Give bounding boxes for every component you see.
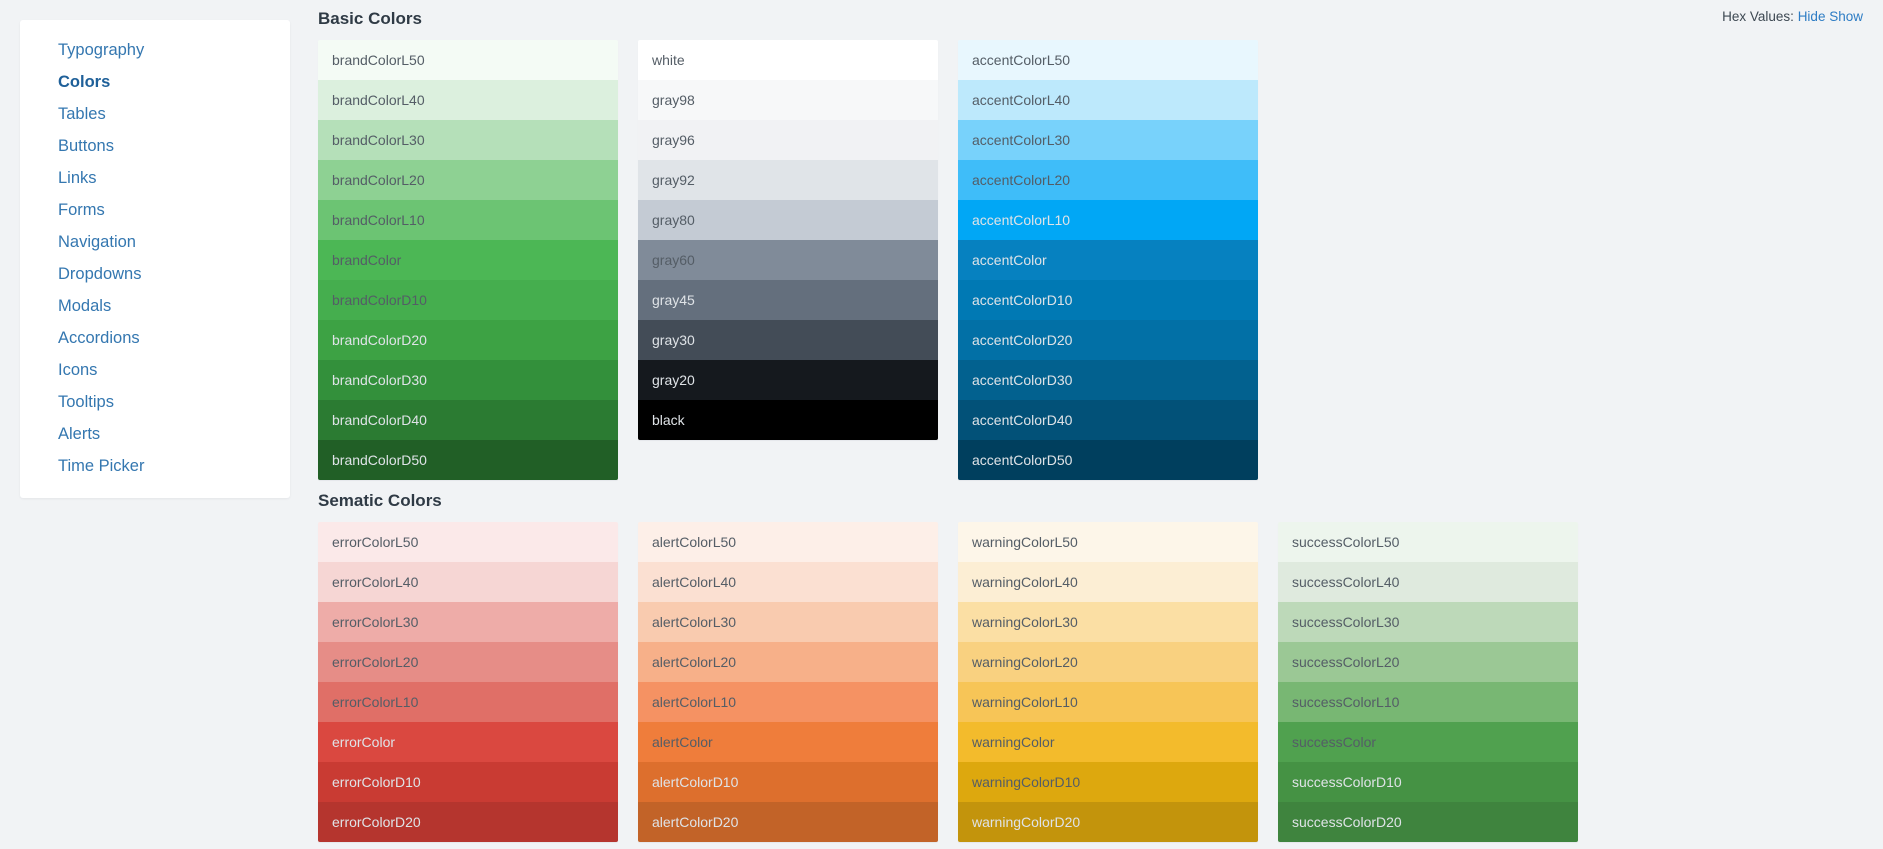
color-swatch[interactable]: gray45 (638, 280, 938, 320)
color-swatch[interactable]: accentColorD10 (958, 280, 1258, 320)
color-swatch[interactable]: brandColorL30 (318, 120, 618, 160)
color-swatch[interactable]: successColorL20 (1278, 642, 1578, 682)
sidebar-item-tooltips[interactable]: Tooltips (20, 386, 290, 418)
color-swatch[interactable]: accentColorL50 (958, 40, 1258, 80)
color-swatch[interactable]: errorColorL10 (318, 682, 618, 722)
color-swatch[interactable]: accentColorD50 (958, 440, 1258, 480)
color-swatch[interactable]: brandColorL40 (318, 80, 618, 120)
color-swatch[interactable]: alertColorL30 (638, 602, 938, 642)
color-swatch[interactable]: brandColorL10 (318, 200, 618, 240)
main-content: Hex Values: Hide Show Basic Colors brandC… (318, 0, 1883, 849)
color-swatch[interactable]: black (638, 400, 938, 440)
color-swatch[interactable]: errorColor (318, 722, 618, 762)
color-swatch[interactable]: errorColorL30 (318, 602, 618, 642)
color-swatch[interactable]: brandColorD40 (318, 400, 618, 440)
palette-row: errorColorL50 errorColorL40 errorColorL30 e… (318, 522, 1883, 842)
color-swatch[interactable]: gray20 (638, 360, 938, 400)
palette-row: brandColorL50 brandColorL40 brandColorL30 b… (318, 40, 1883, 480)
hex-values-label: Hex Values: (1722, 9, 1794, 24)
color-swatch[interactable]: brandColorD50 (318, 440, 618, 480)
color-swatch[interactable]: warningColor (958, 722, 1258, 762)
sidebar-item-alerts[interactable]: Alerts (20, 418, 290, 450)
color-swatch[interactable]: alertColorL20 (638, 642, 938, 682)
hex-values-toggle: Hex Values: Hide Show (1722, 8, 1863, 26)
sidebar-item-colors[interactable]: Colors (20, 66, 290, 98)
color-swatch[interactable]: errorColorD10 (318, 762, 618, 802)
color-section: Basic Colors brandColorL50 brandColorL40 br… (318, 0, 1883, 480)
color-swatch[interactable]: accentColorL30 (958, 120, 1258, 160)
sidebar-item-forms[interactable]: Forms (20, 194, 290, 226)
color-swatch[interactable]: alertColorL10 (638, 682, 938, 722)
color-swatch[interactable]: brandColorD30 (318, 360, 618, 400)
palette-column-alert: alertColorL50 alertColorL40 alertColorL30 a… (638, 522, 938, 842)
sidebar-item-buttons[interactable]: Buttons (20, 130, 290, 162)
color-swatch[interactable]: alertColorD10 (638, 762, 938, 802)
color-swatch[interactable]: gray92 (638, 160, 938, 200)
color-swatch[interactable]: warningColorL40 (958, 562, 1258, 602)
sidebar-item-time-picker[interactable]: Time Picker (20, 450, 290, 482)
color-swatch[interactable]: brandColor (318, 240, 618, 280)
sidebar-item-accordions[interactable]: Accordions (20, 322, 290, 354)
color-swatch[interactable]: white (638, 40, 938, 80)
color-swatch[interactable]: alertColorD20 (638, 802, 938, 842)
hex-show-link[interactable]: Show (1829, 9, 1863, 24)
sidebar-item-tables[interactable]: Tables (20, 98, 290, 130)
sidebar-item-modals[interactable]: Modals (20, 290, 290, 322)
color-swatch[interactable]: accentColor (958, 240, 1258, 280)
color-swatch[interactable]: warningColorD10 (958, 762, 1258, 802)
color-swatch[interactable]: warningColorL30 (958, 602, 1258, 642)
color-swatch[interactable]: errorColorD20 (318, 802, 618, 842)
color-swatch[interactable]: accentColorL10 (958, 200, 1258, 240)
palette-column-gray: white gray98 gray96 gray92 gray80 gray60 gray4… (638, 40, 938, 440)
color-swatch[interactable]: accentColorD20 (958, 320, 1258, 360)
color-swatch[interactable]: alertColorL50 (638, 522, 938, 562)
color-swatch[interactable]: brandColorD10 (318, 280, 618, 320)
color-swatch[interactable]: accentColorD40 (958, 400, 1258, 440)
section-title: Basic Colors (318, 9, 422, 28)
palette-column-warning: warningColorL50 warningColorL40 warningCol… (958, 522, 1258, 842)
hex-hide-link[interactable]: Hide (1798, 9, 1826, 24)
sidebar-nav: Typography Colors Tables Buttons Links Forms N… (20, 20, 290, 498)
color-section: Sematic Colors errorColorL50 errorColorL40… (318, 482, 1883, 842)
color-swatch[interactable]: successColor (1278, 722, 1578, 762)
color-swatch[interactable]: gray80 (638, 200, 938, 240)
color-swatch[interactable]: successColorL40 (1278, 562, 1578, 602)
color-swatch[interactable]: gray98 (638, 80, 938, 120)
color-swatch[interactable]: warningColorL20 (958, 642, 1258, 682)
color-swatch[interactable]: successColorL10 (1278, 682, 1578, 722)
color-swatch[interactable]: alertColor (638, 722, 938, 762)
color-swatch[interactable]: accentColorL20 (958, 160, 1258, 200)
color-swatch[interactable]: gray96 (638, 120, 938, 160)
color-swatch[interactable]: brandColorL50 (318, 40, 618, 80)
sidebar-item-links[interactable]: Links (20, 162, 290, 194)
sidebar-item-navigation[interactable]: Navigation (20, 226, 290, 258)
color-swatch[interactable]: successColorL50 (1278, 522, 1578, 562)
color-swatch[interactable]: accentColorL40 (958, 80, 1258, 120)
colors-page: Typography Colors Tables Buttons Links Forms N… (0, 0, 1883, 849)
color-swatch[interactable]: errorColorL50 (318, 522, 618, 562)
palette-column-brand: brandColorL50 brandColorL40 brandColorL30 b… (318, 40, 618, 480)
color-swatch[interactable]: brandColorD20 (318, 320, 618, 360)
color-swatch[interactable]: successColorD20 (1278, 802, 1578, 842)
color-swatch[interactable]: warningColorL10 (958, 682, 1258, 722)
color-swatch[interactable]: accentColorD30 (958, 360, 1258, 400)
color-swatch[interactable]: gray30 (638, 320, 938, 360)
palette-column-accent: accentColorL50 accentColorL40 accentColorL… (958, 40, 1258, 480)
color-swatch[interactable]: brandColorL20 (318, 160, 618, 200)
color-swatch[interactable]: successColorL30 (1278, 602, 1578, 642)
color-sections: Basic Colors brandColorL50 brandColorL40 br… (318, 0, 1883, 842)
color-swatch[interactable]: successColorD10 (1278, 762, 1578, 802)
palette-column-success: successColorL50 successColorL40 successCol… (1278, 522, 1578, 842)
color-swatch[interactable]: warningColorD20 (958, 802, 1258, 842)
color-swatch[interactable]: warningColorL50 (958, 522, 1258, 562)
color-swatch[interactable]: errorColorL20 (318, 642, 618, 682)
sidebar-item-dropdowns[interactable]: Dropdowns (20, 258, 290, 290)
section-title: Sematic Colors (318, 491, 442, 510)
sidebar-item-icons[interactable]: Icons (20, 354, 290, 386)
sidebar-item-typography[interactable]: Typography (20, 34, 290, 66)
color-swatch[interactable]: alertColorL40 (638, 562, 938, 602)
color-swatch[interactable]: gray60 (638, 240, 938, 280)
palette-column-error: errorColorL50 errorColorL40 errorColorL30 e… (318, 522, 618, 842)
color-swatch[interactable]: errorColorL40 (318, 562, 618, 602)
